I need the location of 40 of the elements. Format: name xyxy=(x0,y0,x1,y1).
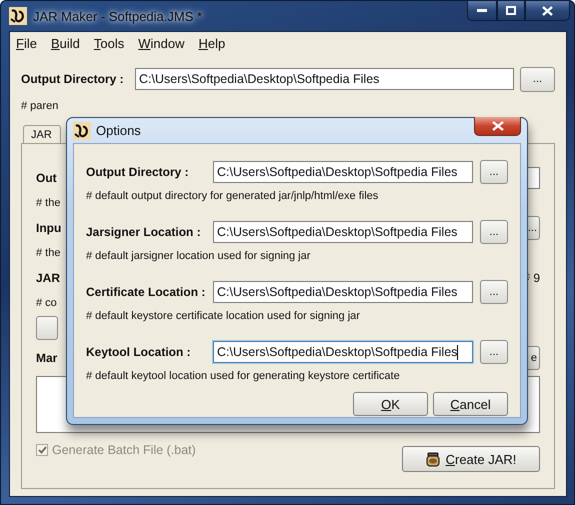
dialog-title: Options xyxy=(96,123,141,138)
create-jar-button[interactable]: Create JAR! xyxy=(402,446,540,472)
dialog-button[interactable]: Cancel xyxy=(433,392,508,416)
hint-text: # the xyxy=(36,197,60,209)
field-label: Inpu xyxy=(36,221,62,235)
tab[interactable]: JAR xyxy=(23,125,61,143)
field-label: Mar xyxy=(36,351,58,365)
browse-button[interactable]: ... xyxy=(480,160,508,184)
browse-button[interactable]: ... xyxy=(480,220,508,244)
checkbox-label: Generate Batch File (.bat) xyxy=(52,443,196,457)
input-field[interactable]: C:\Users\Softpedia\Desktop\Softpedia Files xyxy=(213,221,473,243)
field-label: Output Directory : xyxy=(21,72,125,86)
field-label: Keytool Location : xyxy=(86,345,192,359)
input-field[interactable]: C:\Users\Softpedia\Desktop\Softpedia Files xyxy=(213,281,473,303)
hint-text: # default keystore certificate location used for signing jar xyxy=(86,310,361,322)
hint-text: # default jarsigner location used for signing jar xyxy=(86,250,312,262)
menu-item[interactable]: Build xyxy=(50,36,86,50)
browse-button[interactable]: ... xyxy=(480,340,508,364)
window-title: JAR Maker - Softpedia.JMS * xyxy=(33,8,202,24)
hint-text: # default output directory for generated jar/jnlp/html/exe files xyxy=(86,190,380,202)
hint-text: # paren xyxy=(21,100,58,112)
menu-item[interactable]: File xyxy=(15,36,43,50)
hint-text: # co xyxy=(36,297,57,309)
input-field[interactable]: C:\Users\Softpedia\Desktop\Softpedia Files xyxy=(213,341,473,363)
menu-item[interactable]: Window xyxy=(137,36,190,50)
field-label: Output Directory : xyxy=(86,165,190,179)
field-label: Out xyxy=(36,171,57,185)
hint-text: # default keytool location used for generating keystore certificate xyxy=(86,370,401,382)
browse-button[interactable]: ... xyxy=(480,280,508,304)
field-label: Certificate Location : xyxy=(86,285,206,299)
field-label: Jarsigner Location : xyxy=(86,225,202,239)
menu-item[interactable]: Help xyxy=(198,36,232,50)
dialog-button[interactable]: OK xyxy=(353,392,428,416)
hint-text: # the xyxy=(36,247,60,259)
field-label: JAR xyxy=(36,271,60,285)
menu-item[interactable]: Tools xyxy=(92,36,130,50)
count-text: 9 xyxy=(533,271,540,285)
input-field[interactable]: C:\Users\Softpedia\Desktop\Softpedia Files xyxy=(213,161,473,183)
input-field[interactable]: C:\Users\Softpedia\Desktop\Softpedia Files xyxy=(135,68,514,90)
browse-button[interactable]: ... xyxy=(520,66,555,92)
